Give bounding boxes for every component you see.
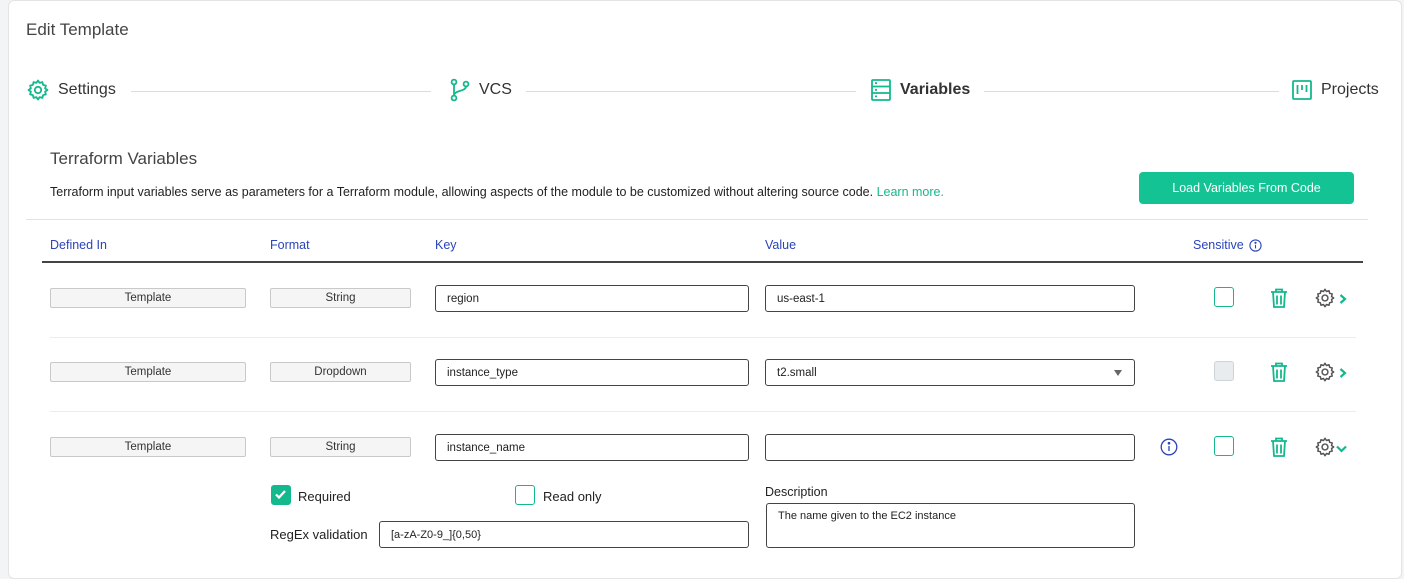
caret-down-icon <box>1114 370 1122 376</box>
description-label: Description <box>765 485 828 499</box>
step-variables[interactable]: Variables <box>870 78 970 102</box>
step-projects[interactable]: Projects <box>1291 78 1379 102</box>
header-format: Format <box>270 238 310 252</box>
chevron-right-icon[interactable] <box>1338 367 1348 379</box>
step-vcs[interactable]: VCS <box>449 78 512 102</box>
readonly-checkbox[interactable] <box>515 485 535 505</box>
table-header-rule <box>42 261 1363 263</box>
board-icon <box>1292 80 1312 100</box>
format-pill: String <box>270 288 411 308</box>
chevron-right-icon[interactable] <box>1338 293 1348 305</box>
info-icon[interactable] <box>1249 238 1262 252</box>
sensitive-checkbox[interactable] <box>1214 287 1234 307</box>
step-projects-label: Projects <box>1321 81 1379 98</box>
page-title: Edit Template <box>26 20 129 39</box>
step-settings[interactable]: Settings <box>26 78 116 102</box>
step-settings-label: Settings <box>58 81 116 98</box>
value-dropdown-selected: t2.small <box>777 366 817 379</box>
value-dropdown[interactable]: t2.small <box>765 359 1135 386</box>
header-key: Key <box>435 238 457 252</box>
trash-icon[interactable] <box>1269 436 1289 458</box>
key-input[interactable]: instance_name <box>435 434 749 461</box>
info-icon[interactable] <box>1160 438 1178 456</box>
key-input[interactable]: instance_type <box>435 359 749 386</box>
required-label: Required <box>298 489 351 504</box>
gear-icon[interactable] <box>1314 361 1336 383</box>
description-text: Terraform input variables serve as param… <box>50 185 874 199</box>
value-input[interactable]: us-east-1 <box>765 285 1135 312</box>
chevron-down-icon[interactable] <box>1335 444 1348 454</box>
regex-input[interactable]: [a-zA-Z0-9_]{0,50} <box>379 521 749 548</box>
git-branch-icon <box>450 78 470 102</box>
key-input[interactable]: region <box>435 285 749 312</box>
step-vcs-label: VCS <box>479 81 512 98</box>
edit-template-card: Edit Template Settings VCS Variables Pro… <box>8 0 1402 579</box>
defined-in-pill: Template <box>50 288 246 308</box>
gear-icon <box>27 79 49 101</box>
required-checkbox[interactable] <box>271 485 291 505</box>
section-description: Terraform input variables serve as param… <box>50 185 944 199</box>
row-divider <box>50 411 1356 412</box>
defined-in-pill: Template <box>50 362 246 382</box>
checkmark-icon <box>275 490 286 500</box>
step-divider <box>984 91 1279 92</box>
header-sensitive: Sensitive <box>1193 238 1262 252</box>
trash-icon[interactable] <box>1269 361 1289 383</box>
readonly-label: Read only <box>543 489 602 504</box>
step-variables-label: Variables <box>900 81 971 98</box>
format-pill: String <box>270 437 411 457</box>
description-textarea[interactable]: The name given to the EC2 instance <box>766 503 1135 548</box>
regex-label: RegEx validation <box>270 527 368 542</box>
learn-more-link[interactable]: Learn more. <box>877 185 944 199</box>
divider <box>26 219 1368 220</box>
value-input[interactable] <box>765 434 1135 461</box>
row-divider <box>50 337 1356 338</box>
step-divider <box>131 91 431 92</box>
server-list-icon <box>871 79 891 101</box>
defined-in-pill: Template <box>50 437 246 457</box>
format-pill: Dropdown <box>270 362 411 382</box>
sensitive-checkbox <box>1214 361 1234 381</box>
step-divider <box>526 91 856 92</box>
gear-icon[interactable] <box>1314 287 1336 309</box>
trash-icon[interactable] <box>1269 287 1289 309</box>
header-sensitive-label: Sensitive <box>1193 238 1244 252</box>
gear-icon[interactable] <box>1314 436 1336 458</box>
section-title: Terraform Variables <box>50 149 198 168</box>
load-variables-button[interactable]: Load Variables From Code <box>1139 172 1354 204</box>
header-value: Value <box>765 238 797 252</box>
header-defined-in: Defined In <box>50 238 107 252</box>
sensitive-checkbox[interactable] <box>1214 436 1234 456</box>
